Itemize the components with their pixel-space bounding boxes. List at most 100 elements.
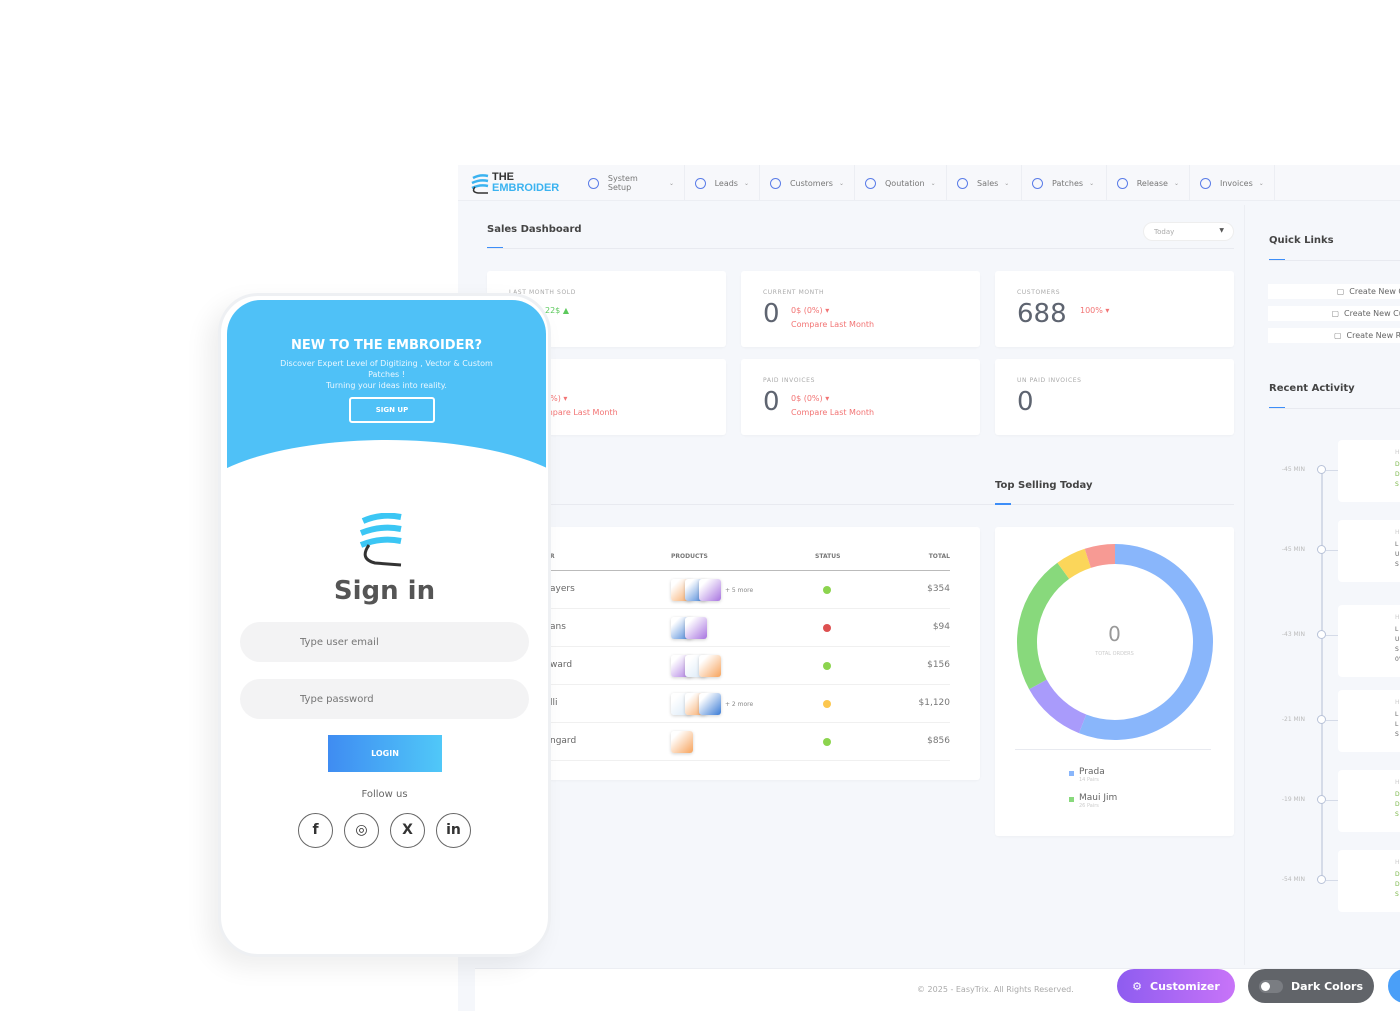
login-button[interactable]: LOGIN [328,735,442,772]
nav-item-label: System Setup [607,174,638,192]
linkedin-icon[interactable]: in [436,813,471,848]
activity-card[interactable]: H D. D. S [1338,770,1400,832]
quick-link[interactable]: ▢ Create New Cus [1268,306,1400,321]
lifebuoy-icon [695,177,706,189]
product-thumbnail [699,579,721,601]
legend-sub: 14 Pairs [1079,777,1099,783]
nav-item-label: Qoutation [885,178,925,188]
table-row[interactable]: ward $156 [550,647,950,685]
nav-item-release[interactable]: Release ⌄ [1107,165,1190,201]
activity-card[interactable]: H D. D. S [1338,850,1400,912]
activity-time: -45 MIN [1281,466,1305,473]
phone-login-mockup: NEW TO THE EMBROIDER? Discover Expert Le… [218,293,551,957]
activity-card[interactable]: H D. D. S [1338,440,1400,502]
nav-item-label: Leads [714,178,738,188]
product-thumbnail [699,693,721,715]
activity-line: H [1395,859,1400,866]
box-icon [1032,177,1043,189]
signup-button[interactable]: SIGN UP [349,397,435,423]
brand-line-2: EMBROIDER [492,182,560,194]
stat-card: CURRENT MONTH 0 0$ (0%) ▾ Compare Last Mont… [741,271,980,347]
chevron-down-icon: ⌄ [1173,179,1179,187]
product-thumbnails [671,731,693,753]
quick-link[interactable]: ▢ Create New Rel [1268,328,1400,343]
timeline-dot [1317,630,1326,639]
product-thumbnails: + 2 more [671,693,753,715]
status-dot [823,662,831,670]
nav-item-patches[interactable]: Patches ⌄ [1022,165,1107,201]
legend-swatch [1069,797,1074,802]
chevron-down-icon: ⌄ [1004,179,1010,187]
stat-card: CUSTOMERS 688 100% ▾ [995,271,1234,347]
password-input[interactable] [240,679,529,719]
activity-card[interactable]: HLUS [1338,520,1400,582]
customizer-button[interactable]: ⚙ Customizer [1117,969,1235,1003]
divider [1269,260,1400,261]
customer-name: ans [550,622,566,632]
table-row[interactable]: ayers + 5 more $354 [550,571,950,609]
dashboard-window: THE EMBROIDER System Setup ⌄ Leads ⌄ Custome… [458,165,1400,1011]
activity-card[interactable]: H L U S 0' [1338,605,1400,677]
activity-line: S [1395,646,1399,653]
nav-item-customers[interactable]: Customers ⌄ [760,165,855,201]
table-row[interactable]: ngard $856 [550,723,950,761]
donut-segment [1084,544,1116,568]
hero-text-2: Turning your ideas into reality. [326,381,447,390]
instagram-icon[interactable]: ◎ [344,813,379,848]
stat-value: 0 [1017,387,1034,417]
nav-item-qoutation[interactable]: Qoutation ⌄ [855,165,947,201]
product-thumbnail [685,617,707,639]
nav-item-leads[interactable]: Leads ⌄ [685,165,760,201]
activity-time: -43 MIN [1281,631,1305,638]
email-input[interactable] [240,622,529,662]
col-header-products: PRODUCTS [671,553,708,560]
brand-logo[interactable]: THE EMBROIDER [470,171,565,197]
stat-value: 688 [1017,299,1067,329]
stat-compare: Compare Last Month [791,320,875,329]
quick-link[interactable]: ▢ Create New Or [1268,284,1400,299]
product-thumbnails [671,617,707,639]
table-row[interactable]: ans $94 [550,609,950,647]
nav-item-system-setup[interactable]: System Setup ⌄ [578,165,685,201]
nav-item-invoices[interactable]: Invoices ⌄ [1190,165,1275,201]
activity-line: U [1395,636,1400,643]
x-twitter-icon[interactable]: X [390,813,425,848]
divider [487,504,1234,505]
stat-value: 0 [763,299,780,329]
toggle-switch[interactable] [1258,979,1283,993]
more-products: + 5 more [725,586,754,594]
order-total: $156 [927,660,950,670]
activity-line: D. [1395,881,1400,888]
facebook-icon[interactable]: f [298,813,333,848]
customer-name: ward [550,660,573,670]
activity-line: S [1395,891,1399,898]
period-value: Today [1154,228,1175,236]
timeline-connector [1326,470,1338,471]
activity-card[interactable]: HLLS [1338,690,1400,752]
timeline-dot [1317,545,1326,554]
activity-line: D. [1395,791,1400,798]
table-row[interactable]: lli + 2 more $1,120 [550,685,950,723]
stat-change-value: 100% ▾ [1080,306,1110,315]
divider [1015,749,1211,750]
nav-item-label: Release [1136,178,1168,188]
customizer-label: Customizer [1150,979,1220,993]
signup-hero: NEW TO THE EMBROIDER? Discover Expert Le… [221,300,548,510]
activity-line: S [1395,481,1399,488]
timeline-connector [1326,880,1338,881]
lifebuoy-icon [1117,177,1128,189]
nav-item-sales[interactable]: Sales ⌄ [947,165,1022,201]
page-title: Sales Dashboard [487,224,582,235]
activity-line: S [1395,811,1399,818]
dark-colors-toggle[interactable]: Dark Colors [1248,969,1374,1003]
box-icon [957,177,968,189]
period-select[interactable]: Today ▼ [1143,222,1234,241]
activity-line: H [1395,449,1400,456]
stat-change-value: 0$ (0%) ▾ [791,394,830,403]
stat-change-value: 0%) ▾ [545,394,568,403]
activity-line: S [1395,731,1399,738]
timeline-connector [1326,720,1338,721]
product-thumbnails: + 5 more [671,579,753,601]
activity-time: -45 MIN [1281,546,1305,553]
logo-icon [471,174,489,194]
